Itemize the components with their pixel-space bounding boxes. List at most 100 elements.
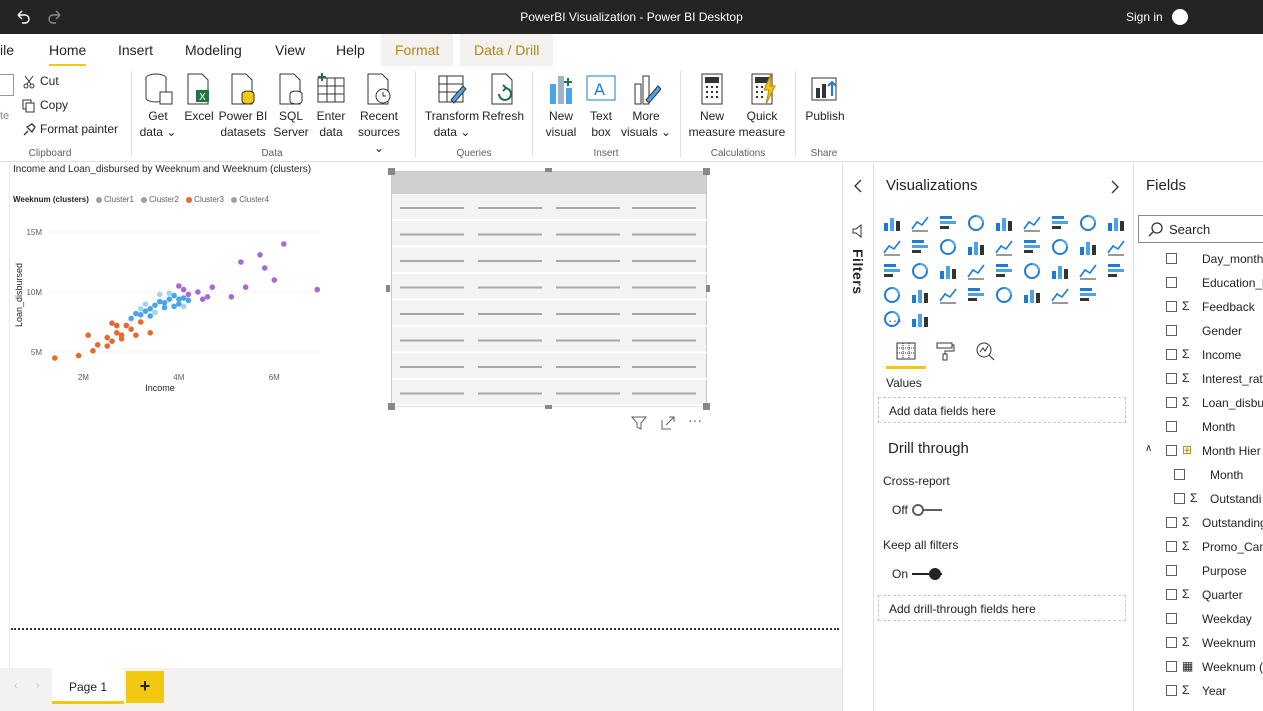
pbi-datasets-button[interactable]: Power BI datasets: [218, 72, 268, 140]
text-box-button[interactable]: A Text box: [583, 72, 619, 140]
visual-type-icon[interactable]: [910, 237, 930, 257]
field-checkbox[interactable]: [1166, 397, 1177, 408]
visual-type-icon[interactable]: [1106, 261, 1126, 281]
tab-help[interactable]: Help: [336, 42, 365, 58]
field-checkbox[interactable]: [1166, 253, 1177, 264]
visual-type-icon[interactable]: [1050, 213, 1070, 233]
account-avatar[interactable]: [1172, 9, 1188, 25]
paste-icon[interactable]: [0, 74, 14, 96]
visual-type-icon[interactable]: [1106, 213, 1126, 233]
field-item[interactable]: Σ Year: [1134, 682, 1263, 702]
sign-in-link[interactable]: Sign in: [1126, 10, 1163, 24]
field-checkbox[interactable]: [1166, 613, 1177, 624]
excel-button[interactable]: X Excel: [181, 72, 217, 124]
resize-handle[interactable]: [703, 168, 710, 175]
field-item[interactable]: Σ Quarter: [1134, 586, 1263, 606]
field-item[interactable]: Σ Feedback: [1134, 298, 1263, 318]
paint-roller-icon[interactable]: [935, 341, 955, 361]
field-checkbox[interactable]: [1166, 565, 1177, 576]
refresh-button[interactable]: Refresh: [482, 72, 524, 124]
prev-page-icon[interactable]: ‹: [14, 680, 18, 692]
field-checkbox[interactable]: [1166, 301, 1177, 312]
field-item[interactable]: Σ Outstandi: [1134, 490, 1263, 510]
field-checkbox[interactable]: [1166, 517, 1177, 528]
resize-handle[interactable]: [706, 285, 710, 292]
visual-type-icon[interactable]: [1078, 213, 1098, 233]
field-item[interactable]: Day_month: [1134, 250, 1263, 270]
visual-type-icon[interactable]: [938, 285, 958, 305]
tab-home[interactable]: Home: [49, 42, 87, 67]
focus-mode-icon[interactable]: [660, 415, 676, 431]
visual-type-icon[interactable]: [1106, 237, 1126, 257]
field-checkbox[interactable]: [1166, 325, 1177, 336]
more-options-icon[interactable]: ···: [688, 412, 702, 428]
field-checkbox[interactable]: [1166, 421, 1177, 432]
analytics-icon[interactable]: [975, 341, 995, 361]
resize-handle[interactable]: [388, 168, 395, 175]
add-page-button[interactable]: +: [126, 671, 164, 703]
field-item[interactable]: Σ Promo_Cam: [1134, 538, 1263, 558]
field-item[interactable]: Month: [1134, 418, 1263, 438]
get-data-button[interactable]: Get data ⌄: [138, 72, 178, 140]
field-checkbox[interactable]: [1166, 373, 1177, 384]
tab-format[interactable]: Format: [381, 34, 454, 66]
field-item[interactable]: Σ Interest_rate: [1134, 370, 1263, 390]
visual-type-icon[interactable]: [910, 261, 930, 281]
field-checkbox[interactable]: [1174, 493, 1185, 504]
visual-type-icon[interactable]: [910, 285, 930, 305]
visual-type-icon[interactable]: [1022, 285, 1042, 305]
visual-type-icon[interactable]: [1022, 237, 1042, 257]
field-item[interactable]: ▦ Weeknum (: [1134, 658, 1263, 678]
keep-filters-toggle-knob[interactable]: [929, 568, 941, 580]
visual-type-icon[interactable]: [1050, 237, 1070, 257]
values-field-well[interactable]: Add data fields here: [878, 397, 1126, 423]
field-item[interactable]: Gender: [1134, 322, 1263, 342]
filter-icon[interactable]: [631, 415, 647, 431]
visual-type-icon[interactable]: [938, 237, 958, 257]
visual-type-icon[interactable]: [1078, 285, 1098, 305]
transform-data-button[interactable]: Transform data ⌄: [423, 72, 481, 140]
cut-button[interactable]: Cut: [22, 74, 59, 89]
new-measure-button[interactable]: New measure: [688, 72, 736, 140]
copy-button[interactable]: Copy: [22, 98, 68, 113]
field-item[interactable]: Σ Weeknum: [1134, 634, 1263, 654]
cross-report-toggle-knob[interactable]: [912, 504, 924, 516]
field-checkbox[interactable]: [1166, 277, 1177, 288]
visual-type-icon[interactable]: [882, 237, 902, 257]
field-item[interactable]: Σ Outstanding: [1134, 514, 1263, 534]
chevron-right-icon[interactable]: [1110, 180, 1120, 194]
tab-insert[interactable]: Insert: [118, 42, 153, 58]
visual-type-icon[interactable]: [966, 261, 986, 281]
visual-type-icon[interactable]: [1078, 237, 1098, 257]
visual-type-icon[interactable]: [966, 213, 986, 233]
drill-through-field-well[interactable]: Add drill-through fields here: [878, 595, 1126, 621]
resize-handle[interactable]: [703, 403, 710, 410]
resize-handle[interactable]: [388, 403, 395, 410]
visual-type-icon[interactable]: [994, 261, 1014, 281]
sql-server-button[interactable]: SQL Server: [272, 72, 310, 140]
field-checkbox[interactable]: [1166, 445, 1177, 456]
field-item[interactable]: Education_l: [1134, 274, 1263, 294]
field-checkbox[interactable]: [1166, 685, 1177, 696]
table-visual[interactable]: [391, 171, 708, 407]
field-checkbox[interactable]: [1166, 589, 1177, 600]
visual-type-icon[interactable]: [882, 213, 902, 233]
visual-type-icon[interactable]: [910, 309, 930, 329]
field-checkbox[interactable]: [1174, 469, 1185, 480]
enter-data-button[interactable]: Enter data: [312, 72, 350, 140]
field-checkbox[interactable]: [1166, 661, 1177, 672]
filters-label[interactable]: Filters: [850, 249, 866, 295]
visual-type-icon[interactable]: [1050, 261, 1070, 281]
new-visual-button[interactable]: New visual: [541, 72, 581, 140]
scatter-chart[interactable]: 5M 10M 15M 2M 4M 6M Income Loan_disbursed: [10, 210, 335, 400]
collapse-chevron-icon[interactable]: ∧: [1145, 443, 1152, 454]
visual-type-icon[interactable]: [1022, 213, 1042, 233]
visual-type-icon[interactable]: [1050, 285, 1070, 305]
visual-type-icon[interactable]: [938, 213, 958, 233]
field-item[interactable]: Σ Income: [1134, 346, 1263, 366]
tab-modeling[interactable]: Modeling: [185, 42, 242, 58]
tab-file[interactable]: ile: [0, 42, 14, 58]
visual-type-icon[interactable]: [1078, 261, 1098, 281]
visual-type-icon[interactable]: [938, 261, 958, 281]
tab-view[interactable]: View: [275, 42, 305, 58]
